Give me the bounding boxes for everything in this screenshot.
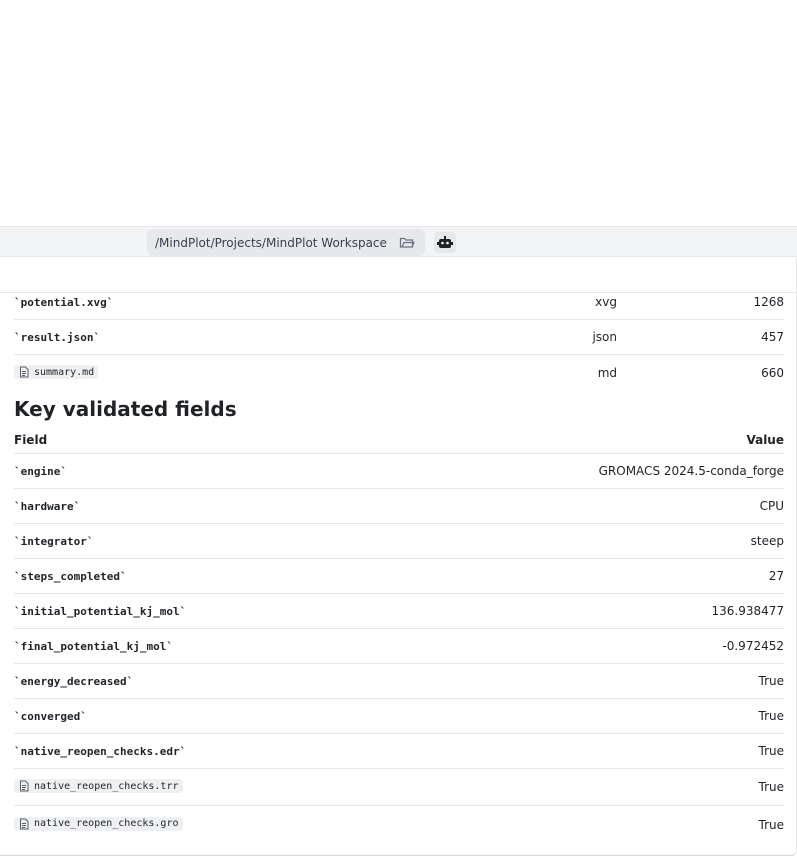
fields-header-row: Field Value <box>14 426 784 454</box>
file-type: json <box>592 330 617 344</box>
name-cell: `converged` <box>14 709 759 723</box>
field-row: `steps_completed` 27 <box>14 559 784 594</box>
path-breadcrumb[interactable]: /MindPlot/Projects/MindPlot Workspace <box>147 229 425 256</box>
code-name: `hardware` <box>14 500 81 513</box>
field-row: `native_reopen_checks.edr` True <box>14 734 784 769</box>
field-value: -0.972452 <box>722 639 784 653</box>
file-link-label: native_reopen_checks.trr <box>34 780 179 792</box>
field-row: `energy_decreased` True <box>14 664 784 699</box>
name-cell: `result.json` <box>14 330 784 344</box>
code-name: `potential.xvg` <box>14 296 114 309</box>
name-cell: `energy_decreased` <box>14 674 759 688</box>
name-cell: native_reopen_checks.trr <box>14 779 759 795</box>
file-row: `potential.xvg` xvg 1268 <box>14 285 784 320</box>
file-row: summary.md md 660 <box>14 355 784 391</box>
file-icon <box>20 818 29 829</box>
code-name: `result.json` <box>14 331 101 344</box>
code-name: `converged` <box>14 710 87 723</box>
toolbar: /MindPlot/Projects/MindPlot Workspace <box>0 226 797 257</box>
field-row: `initial_potential_kj_mol` 136.938477 <box>14 594 784 629</box>
file-link[interactable]: summary.md <box>14 365 99 379</box>
open-folder-icon[interactable] <box>399 235 415 250</box>
value-column-header: Value <box>746 432 784 447</box>
file-type: md <box>597 366 617 380</box>
name-cell: `initial_potential_kj_mol` <box>14 604 711 618</box>
field-row: `engine` GROMACS 2024.5-conda_forge <box>14 454 784 489</box>
file-row: `result.json` json 457 <box>14 320 784 355</box>
field-value: True <box>758 780 785 794</box>
files-table: `potential.xvg` xvg 1268 `result.json` json 4… <box>14 285 784 391</box>
code-name: `initial_potential_kj_mol` <box>14 605 187 618</box>
path-text: /MindPlot/Projects/MindPlot Workspace <box>155 235 387 250</box>
file-size: 1268 <box>753 295 784 309</box>
field-value: 27 <box>768 569 784 583</box>
code-name: `final_potential_kj_mol` <box>14 640 173 653</box>
file-link-label: summary.md <box>34 366 95 378</box>
field-value: GROMACS 2024.5-conda_forge <box>598 464 784 478</box>
fields-table: Field Value `engine` GROMACS 2024.5-conda… <box>14 426 784 843</box>
name-cell: `engine` <box>14 464 599 478</box>
field-value: 136.938477 <box>711 604 784 618</box>
code-name: `native_reopen_checks.edr` <box>14 745 187 758</box>
field-value: True <box>758 709 785 723</box>
field-value: True <box>758 674 785 688</box>
name-cell: summary.md <box>14 365 784 381</box>
code-name: `steps_completed` <box>14 570 127 583</box>
code-name: `integrator` <box>14 535 94 548</box>
field-row: `integrator` steep <box>14 524 784 559</box>
file-link[interactable]: native_reopen_checks.trr <box>14 779 183 793</box>
field-row: native_reopen_checks.trr True <box>14 769 784 806</box>
file-link[interactable]: native_reopen_checks.gro <box>14 816 183 831</box>
name-cell: `native_reopen_checks.edr` <box>14 744 759 758</box>
file-icon <box>20 780 29 792</box>
name-cell: `integrator` <box>14 534 751 548</box>
file-type: xvg <box>595 295 617 309</box>
field-value: CPU <box>759 499 784 513</box>
field-row: native_reopen_checks.gro True <box>14 806 784 843</box>
robot-assistant-icon[interactable] <box>434 232 456 253</box>
field-value: True <box>758 817 785 832</box>
file-size: 660 <box>761 366 784 380</box>
name-cell: `final_potential_kj_mol` <box>14 639 722 653</box>
field-value: True <box>758 744 785 758</box>
file-link-label: native_reopen_checks.gro <box>34 818 179 829</box>
name-cell: `hardware` <box>14 499 760 513</box>
file-icon <box>20 366 29 378</box>
name-cell: `potential.xvg` <box>14 295 784 309</box>
name-cell: native_reopen_checks.gro <box>14 816 759 833</box>
name-cell: `steps_completed` <box>14 569 769 583</box>
field-row: `converged` True <box>14 699 784 734</box>
file-size: 457 <box>761 330 784 344</box>
field-value: steep <box>750 534 784 548</box>
code-name: `energy_decreased` <box>14 675 134 688</box>
field-column-header: Field <box>14 432 48 447</box>
code-name: `engine` <box>14 465 67 478</box>
field-row: `hardware` CPU <box>14 489 784 524</box>
section-heading: Key validated fields <box>14 397 237 421</box>
field-row: `final_potential_kj_mol` -0.972452 <box>14 629 784 664</box>
